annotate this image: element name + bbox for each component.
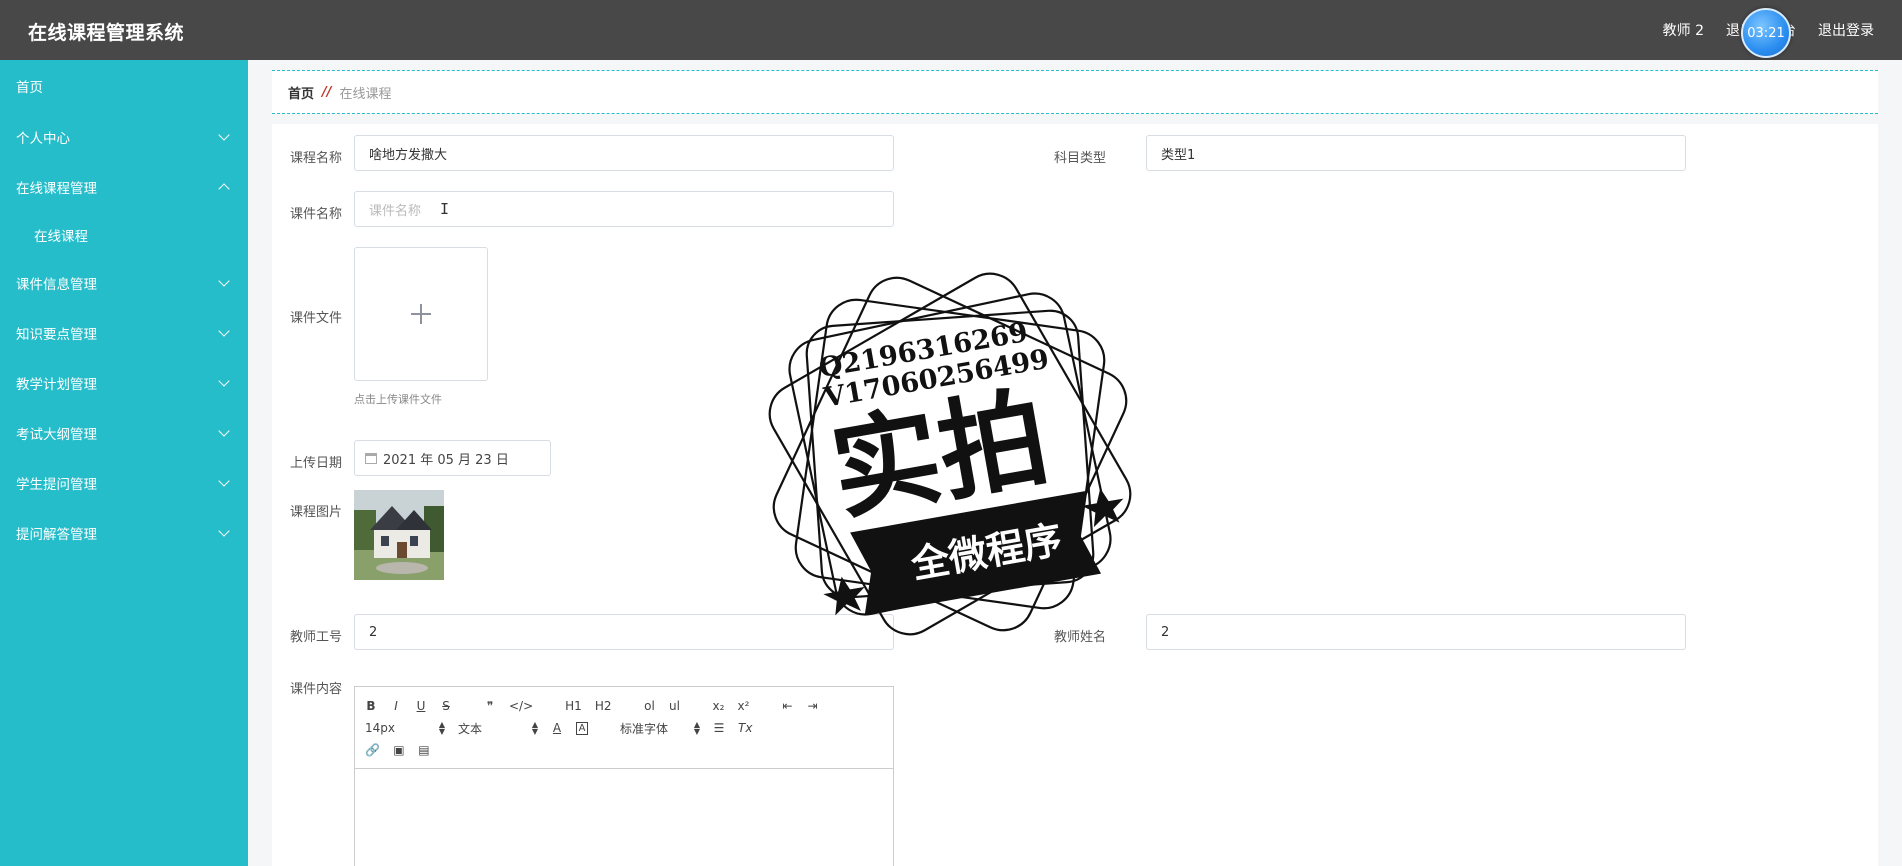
subject-type-input[interactable]: 类型1 [1146, 135, 1686, 171]
ordered-list-button[interactable]: ol [644, 699, 656, 713]
chevron-down-icon [218, 325, 230, 337]
strike-button[interactable]: S [440, 699, 452, 713]
sidebar-subitem-label: 在线课程 [34, 229, 88, 245]
teacher-id-label: 教师工号 [289, 630, 342, 645]
chevron-down-icon [218, 525, 230, 537]
upload-tip: 点击上传课件文件 [354, 393, 442, 406]
font-family-select[interactable]: 标准字体 ▲ ▼ [620, 720, 700, 737]
font-color-icon[interactable]: A [551, 721, 563, 735]
sidebar-item-answer-management[interactable]: 提问解答管理 [0, 508, 248, 558]
code-block-button[interactable]: </> [509, 699, 533, 713]
sidebar-item-personal-center[interactable]: 个人中心 [0, 112, 248, 162]
current-user: 教师 2 [1662, 23, 1704, 39]
link-icon[interactable]: 🔗 [365, 743, 380, 757]
sidebar-item-label: 知识要点管理 [16, 327, 97, 343]
calendar-icon [365, 452, 377, 464]
upload-date-value: 2021 年 05 月 23 日 [383, 452, 509, 468]
sidebar-item-label: 首页 [16, 80, 43, 96]
font-size-value: 14px [365, 721, 395, 735]
sidebar-item-knowledge-points-management[interactable]: 知识要点管理 [0, 308, 248, 358]
course-form: 课程名称 啥地方发撒大 科目类型 类型1 课件名称 课件名称 I 课件文件 点击… [272, 124, 1878, 866]
editor-content-area[interactable] [355, 769, 893, 866]
image-icon[interactable]: ▣ [393, 743, 405, 757]
course-name-input[interactable]: 啥地方发撒大 [354, 135, 894, 171]
sidebar-item-label: 提问解答管理 [16, 527, 97, 543]
sidebar-item-courseware-management[interactable]: 课件信息管理 [0, 258, 248, 308]
select-arrows-icon: ▲ ▼ [693, 720, 700, 736]
sidebar-subitem-online-course[interactable]: 在线课程 [0, 212, 248, 258]
sidebar-item-label: 学生提问管理 [16, 477, 97, 493]
blockquote-button[interactable]: ❞ [484, 699, 496, 713]
header2-button[interactable]: H2 [595, 699, 612, 713]
header1-button[interactable]: H1 [565, 699, 582, 713]
header-style-select[interactable]: 文本 ▲ ▼ [458, 720, 538, 737]
top-bar: 在线课程管理系统 教师 2 退出到前台 退出登录 03:21 [0, 0, 1902, 60]
video-icon[interactable]: ▤ [418, 743, 430, 757]
background-color-icon[interactable]: A [576, 721, 588, 735]
course-name-label: 课程名称 [289, 151, 342, 166]
editor-toolbar: B I U S ❞ </> H1 H2 ol ul x₂ x² ⇤ ⇥ 14px… [355, 687, 893, 769]
main-content: 首页 // 在线课程 课程名称 啥地方发撒大 科目类型 类型1 课件名称 课件名… [248, 60, 1902, 866]
underline-button[interactable]: U [415, 699, 427, 713]
sidebar-item-label: 在线课程管理 [16, 181, 97, 197]
teacher-name-label: 教师姓名 [1053, 630, 1106, 645]
sidebar: 首页 个人中心 在线课程管理 在线课程 课件信息管理 知识要点管理 教学计划管理… [0, 60, 248, 866]
breadcrumb-current: 在线课程 [339, 86, 392, 102]
chevron-up-icon [218, 183, 230, 195]
courseware-name-label: 课件名称 [289, 207, 342, 222]
sidebar-item-label: 个人中心 [16, 131, 70, 147]
sidebar-item-label: 教学计划管理 [16, 377, 97, 393]
plus-icon-vertical [420, 304, 422, 324]
course-image-label: 课程图片 [289, 505, 342, 520]
bold-button[interactable]: B [365, 699, 377, 713]
select-arrows-icon: ▲ ▼ [438, 720, 445, 736]
font-size-select[interactable]: 14px ▲ ▼ [365, 720, 445, 736]
teacher-name-input[interactable]: 2 [1146, 614, 1686, 650]
sidebar-item-label: 考试大纲管理 [16, 427, 97, 443]
sidebar-item-exam-outline-management[interactable]: 考试大纲管理 [0, 408, 248, 458]
app-title: 在线课程管理系统 [28, 22, 185, 44]
timer-badge: 03:21 [1741, 8, 1791, 58]
subject-type-label: 科目类型 [1053, 151, 1106, 166]
courseware-name-input[interactable]: 课件名称 [354, 191, 894, 227]
sidebar-item-label: 课件信息管理 [16, 277, 97, 293]
toolbar-row-1: B I U S ❞ </> H1 H2 ol ul x₂ x² ⇤ ⇥ [365, 695, 883, 717]
subscript-button[interactable]: x₂ [713, 699, 725, 713]
courseware-file-label: 课件文件 [289, 311, 342, 326]
toolbar-row-2: 14px ▲ ▼ 文本 ▲ ▼ A A 标准字体 ▲ ▼ ☰ Tx [365, 717, 883, 739]
house-photo-icon [354, 490, 444, 580]
bullet-list-button[interactable]: ul [669, 699, 681, 713]
align-icon[interactable]: ☰ [713, 721, 725, 735]
chevron-down-icon [218, 475, 230, 487]
breadcrumb-home[interactable]: 首页 [288, 83, 314, 102]
rich-text-editor: B I U S ❞ </> H1 H2 ol ul x₂ x² ⇤ ⇥ 14px… [354, 686, 894, 866]
course-image-thumbnail[interactable] [354, 490, 444, 580]
header-style-value: 文本 [458, 721, 483, 736]
toolbar-row-3: 🔗 ▣ ▤ [365, 739, 883, 761]
upload-date-label: 上传日期 [289, 456, 342, 471]
file-upload-box[interactable] [354, 247, 488, 381]
select-arrows-icon: ▲ ▼ [531, 720, 538, 736]
chevron-down-icon [218, 275, 230, 287]
sidebar-item-teaching-plan-management[interactable]: 教学计划管理 [0, 358, 248, 408]
content-label: 课件内容 [289, 682, 342, 697]
upload-date-picker[interactable]: 2021 年 05 月 23 日 [354, 440, 551, 476]
indent-button[interactable]: ⇥ [807, 699, 819, 713]
sidebar-item-student-question-management[interactable]: 学生提问管理 [0, 458, 248, 508]
sidebar-item-home[interactable]: 首页 [0, 60, 248, 112]
outdent-button[interactable]: ⇤ [782, 699, 794, 713]
font-family-value: 标准字体 [620, 721, 669, 736]
chevron-down-icon [218, 375, 230, 387]
breadcrumb: 首页 // 在线课程 [272, 70, 1878, 114]
italic-button[interactable]: I [390, 699, 402, 713]
chevron-down-icon [218, 129, 230, 141]
chevron-down-icon [218, 425, 230, 437]
superscript-button[interactable]: x² [738, 699, 750, 713]
clear-format-button[interactable]: Tx [738, 721, 752, 735]
sidebar-item-online-course-management[interactable]: 在线课程管理 [0, 162, 248, 212]
teacher-id-input[interactable]: 2 [354, 614, 894, 650]
breadcrumb-separator: // [322, 84, 332, 100]
logout-link[interactable]: 退出登录 [1818, 20, 1874, 40]
text-cursor-icon: I [440, 200, 450, 218]
